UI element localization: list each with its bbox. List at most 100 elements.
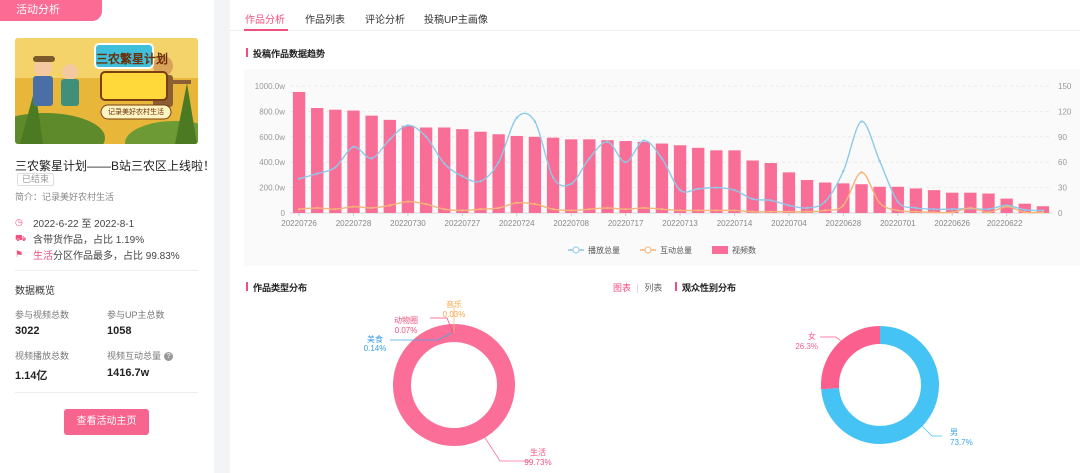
play-line-point [805, 206, 809, 210]
tab-uploader-profile[interactable]: 投稿UP主画像 [424, 11, 488, 26]
pct-music: 0.03% [443, 310, 466, 319]
toggle-chart[interactable]: 图表 [613, 283, 631, 293]
pct-female: 26.3% [795, 342, 818, 351]
x-tick-label: 20220717 [608, 219, 644, 228]
label-music: 音乐 [446, 299, 462, 309]
legend-videos-label[interactable]: 视频数 [732, 245, 756, 256]
play-line-point [533, 120, 537, 123]
interact-line-point [642, 206, 645, 210]
x-tick-label: 20220714 [717, 219, 753, 228]
view-toggle: 图表 | 列表 [613, 281, 662, 294]
bar [419, 127, 433, 213]
interact-line-point [334, 207, 337, 211]
play-line-point [914, 206, 918, 210]
play-line-point [842, 169, 845, 173]
interact-line-point [769, 210, 772, 213]
play-line-point [388, 138, 391, 141]
interact-line-point [297, 207, 301, 211]
divider [15, 392, 198, 393]
label-life: 生活 [530, 447, 546, 457]
legend-videos-icon [712, 246, 728, 254]
bar [819, 182, 832, 213]
play-line-point [642, 139, 645, 142]
toggle-divider: | [636, 283, 639, 293]
bar [329, 109, 342, 213]
interact-line-point [624, 207, 627, 211]
date-range-row: ◷ 2022-6-22 至 2022-8-1 [15, 215, 134, 230]
interact-line-point [1041, 211, 1045, 214]
bar [873, 186, 886, 213]
bar [401, 125, 415, 213]
play-line-point [479, 180, 482, 183]
label-female: 女 [808, 331, 816, 341]
y-left-tick: 200.0w [259, 184, 285, 193]
pct-food: 0.14% [364, 344, 387, 353]
interact-line-point [860, 171, 863, 174]
active-tab-indicator [244, 29, 288, 31]
help-icon[interactable]: ? [164, 352, 174, 361]
gender-donut-chart: 女 26.3% 男 73.7% [795, 326, 973, 447]
bar [311, 108, 324, 213]
bar [692, 147, 705, 213]
play-line-point [588, 157, 591, 160]
stat-value-plays: 1.14亿 [15, 370, 48, 382]
bar [474, 131, 487, 213]
bar [583, 139, 596, 213]
play-line-point [878, 159, 881, 163]
play-line-point [297, 177, 301, 180]
legend-interact-icon [640, 246, 656, 254]
x-tick-label: 20220713 [662, 219, 698, 228]
legend-interact-label[interactable]: 互动总量 [660, 245, 692, 256]
cart-icon: ⛟ [15, 232, 27, 243]
bar [601, 140, 614, 213]
bar [909, 188, 923, 213]
toggle-list[interactable]: 列表 [644, 283, 662, 293]
x-tick-label: 20220727 [445, 219, 481, 228]
data-overview-title: 数据概览 [15, 286, 55, 297]
y-right-tick: 30 [1058, 184, 1067, 193]
legend-play-label[interactable]: 播放总量 [588, 245, 620, 256]
pct-animal: 0.07% [395, 326, 418, 335]
interact-line-point [515, 201, 518, 205]
play-line-point [697, 187, 700, 191]
play-line-point [370, 157, 373, 160]
interact-line-point [678, 209, 682, 212]
y-left-tick: 0 [281, 209, 286, 218]
tab-work-list[interactable]: 作品列表 [305, 11, 345, 26]
x-tick-label: 20220628 [826, 219, 862, 228]
bar [637, 141, 650, 213]
bar [619, 141, 632, 213]
bar [728, 150, 741, 213]
interact-line-point [570, 209, 573, 212]
play-line-point [551, 176, 555, 179]
bar [510, 135, 523, 213]
stat-value-uploaders: 1058 [107, 325, 132, 337]
category-row: ⚑ 生活 分区作品最多，占比 99.83% [15, 247, 180, 262]
activity-panel: 活动分析 三农繁星计划 记录美好农村生活 三农繁星计划——B站三农区上线啦！ 已… [0, 0, 215, 473]
view-activity-button[interactable]: 查看活动主页 [64, 409, 149, 435]
interact-line-point [842, 204, 845, 207]
y-left-tick: 800.0w [259, 107, 285, 116]
interact-line-point [424, 202, 428, 206]
flag-icon: ⚑ [15, 249, 24, 259]
bar [456, 129, 469, 213]
interact-line-point [461, 209, 464, 212]
interact-line-point [588, 207, 591, 211]
interact-line-point [316, 206, 319, 210]
interact-line-point [896, 209, 899, 212]
donut-slice-life[interactable] [393, 324, 515, 446]
play-line-point [951, 207, 954, 211]
activity-cover-image[interactable]: 三农繁星计划 记录美好农村生活 [15, 38, 198, 144]
play-line-point [497, 161, 500, 164]
play-line-point [334, 166, 337, 169]
tab-comment-analysis[interactable]: 评论分析 [365, 11, 405, 26]
tab-work-analysis[interactable]: 作品分析 [245, 11, 285, 26]
y-left-tick: 600.0w [259, 133, 285, 142]
interact-line-point [987, 211, 990, 214]
play-line-point [424, 135, 428, 138]
cover-title-text: 三农繁星计划 [95, 52, 168, 66]
y-right-tick: 120 [1058, 107, 1072, 116]
interact-line-point [443, 207, 446, 211]
interact-line-point [1005, 205, 1008, 208]
trend-legend: 播放总量 互动总量 视频数 [568, 244, 756, 256]
